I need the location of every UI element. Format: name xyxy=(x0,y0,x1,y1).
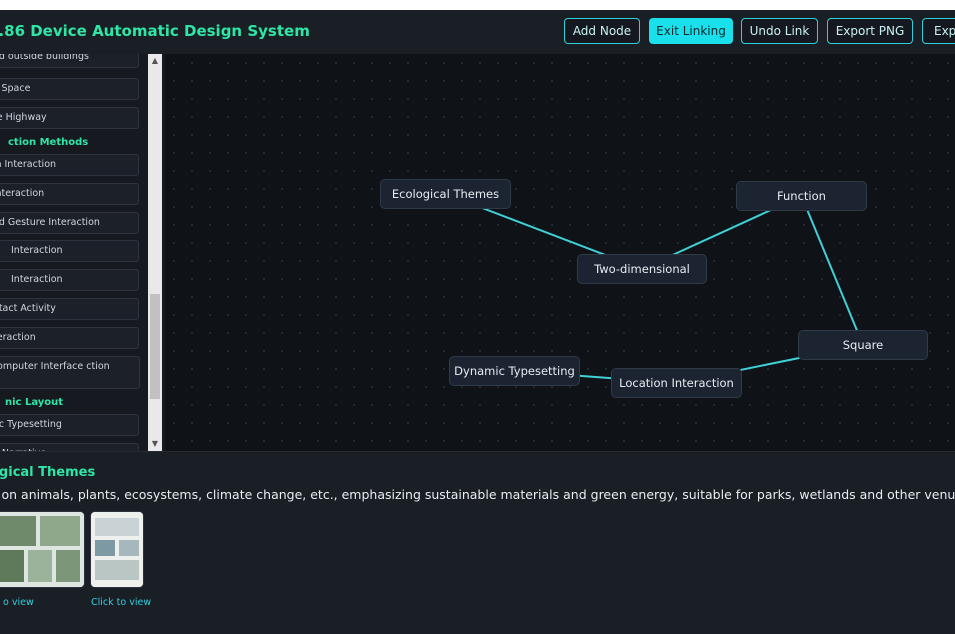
node-location-interaction[interactable]: Location Interaction xyxy=(611,368,742,398)
node-function[interactable]: Function xyxy=(736,181,867,211)
node-two-dimensional[interactable]: Two-dimensional xyxy=(577,254,707,284)
sidebar-item-ion-interaction[interactable]: ion Interaction xyxy=(0,154,139,176)
app-window: 8.86 Device Automatic Design System Add … xyxy=(0,10,955,634)
sidebar-heading-dynamic-layout: nic Layout xyxy=(5,397,64,408)
undo-link-button[interactable]: Undo Link xyxy=(741,18,818,44)
node-ecological-themes[interactable]: Ecological Themes xyxy=(380,179,511,209)
detail-title: ogical Themes xyxy=(0,465,96,480)
sidebar-item-contact-activity[interactable]: ontact Activity xyxy=(0,298,139,320)
reference-image-2[interactable] xyxy=(91,512,143,587)
graph-edges xyxy=(445,193,864,384)
node-dynamic-typesetting[interactable]: Dynamic Typesetting xyxy=(449,356,580,386)
sidebar-item-interaction-b[interactable]: Interaction xyxy=(0,269,139,291)
sidebar-item-nteraction[interactable]: nteraction xyxy=(0,327,139,349)
exit-linking-button[interactable]: Exit Linking xyxy=(649,18,733,44)
sidebar-item-buildings[interactable]: and outside buildings xyxy=(0,54,139,68)
edge-func-square[interactable] xyxy=(800,195,864,346)
header-bar: 8.86 Device Automatic Design System Add … xyxy=(0,10,955,55)
sidebar-item-interaction-a[interactable]: Interaction xyxy=(0,240,139,262)
reference-image-2-picture xyxy=(91,512,143,587)
image-2-view-link[interactable]: Click to view xyxy=(91,597,151,608)
node-square[interactable]: Square xyxy=(798,330,928,360)
scroll-down-arrow-icon[interactable]: ▼ xyxy=(148,437,162,451)
reference-image-1-picture xyxy=(0,512,84,587)
sidebar-item-highway[interactable]: the Highway xyxy=(0,107,139,129)
sidebar: and outside buildings ay Space the Highw… xyxy=(0,54,165,451)
graph-canvas[interactable]: Ecological Themes Function Two-dimension… xyxy=(165,54,955,451)
sidebar-item-l-interaction[interactable]: l Interaction xyxy=(0,183,139,205)
sidebar-item-space[interactable]: ay Space xyxy=(0,78,139,100)
reference-image-1[interactable] xyxy=(0,512,84,587)
sidebar-item-computer-interface[interactable]: -Computer Interface ction xyxy=(0,356,140,389)
sidebar-item-typesetting[interactable]: mic Typesetting xyxy=(0,414,139,436)
add-node-button[interactable]: Add Node xyxy=(564,18,640,44)
image-1-view-link[interactable]: o view xyxy=(3,597,34,608)
detail-panel: ogical Themes s on animals, plants, ecos… xyxy=(0,451,955,634)
app-title: 8.86 Device Automatic Design System xyxy=(0,22,310,40)
scrollbar-thumb[interactable] xyxy=(150,294,160,399)
sidebar-item-gesture-interaction[interactable]: and Gesture Interaction xyxy=(0,212,139,234)
export-more-button[interactable]: Exp xyxy=(922,18,955,44)
sidebar-heading-interaction-methods: ction Methods xyxy=(8,137,89,148)
scroll-up-arrow-icon[interactable]: ▲ xyxy=(148,54,162,68)
sidebar-item-narrative[interactable]: ed Narrative xyxy=(0,443,139,451)
sidebar-scrollbar[interactable]: ▲ ▼ xyxy=(148,54,162,451)
export-png-button[interactable]: Export PNG xyxy=(827,18,913,44)
detail-description: s on animals, plants, ecosystems, climat… xyxy=(0,487,955,502)
